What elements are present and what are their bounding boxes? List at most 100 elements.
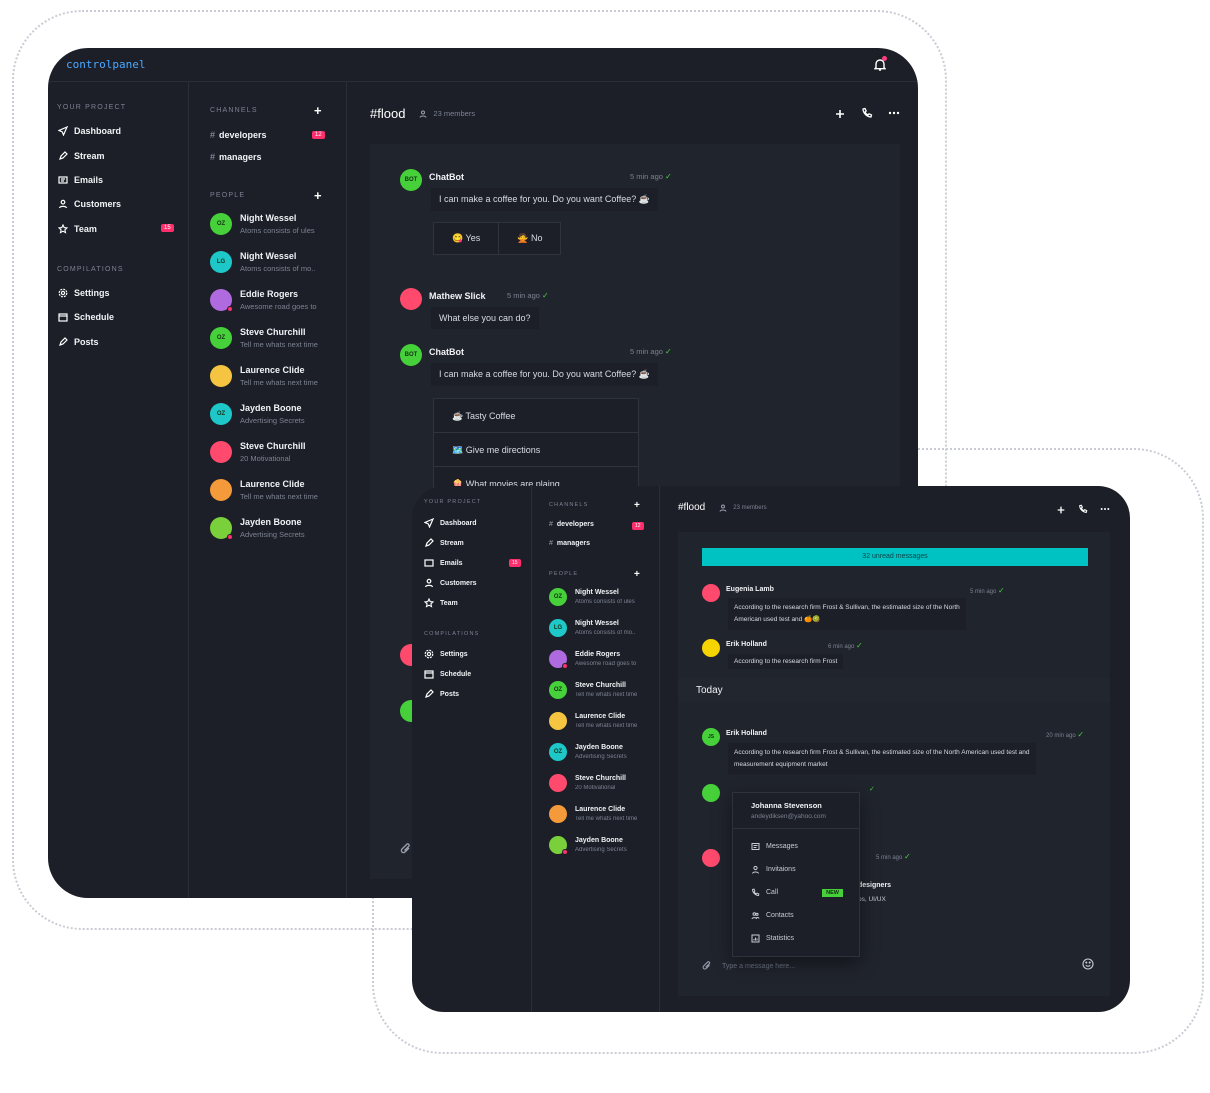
menu-item-contacts[interactable]: Contacts (733, 904, 859, 927)
person-item[interactable]: Laurence Clide Tell me whats next time (549, 712, 637, 730)
mail-icon (424, 558, 434, 568)
person-item[interactable]: Eddie Rogers Awesome road goes to (549, 650, 636, 669)
phone-icon[interactable] (1078, 501, 1088, 513)
channel-item-managers[interactable]: # managers (549, 540, 590, 547)
nav-item-dashboard[interactable]: Dashboard (58, 126, 121, 136)
option-movies[interactable]: 🍿 What movies are plaing (434, 467, 638, 487)
section-title-project: YOUR PROJECT (424, 499, 482, 505)
check-icon: ✓ (1077, 730, 1085, 739)
unread-messages-banner[interactable]: 32 unread messages (702, 548, 1088, 566)
message-text: According to the research firm Frost & S… (728, 598, 966, 630)
avatar (210, 479, 232, 501)
message-time: 5 min ago ✓ (630, 347, 672, 356)
option-no-button[interactable]: 🙅 No (499, 223, 560, 254)
attachment-icon[interactable] (400, 842, 412, 854)
nav-item-stream[interactable]: Stream (424, 538, 464, 548)
add-person-button[interactable]: + (314, 189, 322, 202)
channel-item-developers[interactable]: # developers (210, 130, 267, 140)
status-dot (227, 534, 233, 540)
person-item[interactable]: LG Night Wessel Atoms consists of mo.. (549, 619, 635, 637)
top-bar: controlpanel (48, 48, 918, 82)
person-item[interactable]: OZ Night Wessel Atoms consists of ules (549, 588, 635, 606)
members-count[interactable]: 23 members (419, 109, 475, 118)
nav-item-emails[interactable]: Emails (424, 558, 463, 568)
nav-item-emails[interactable]: Emails (58, 175, 103, 185)
nav-item-customers[interactable]: Customers (58, 199, 121, 209)
person-item[interactable]: Steve Churchill 20 Motivational (210, 441, 306, 463)
person-item[interactable]: Jayden Boone Advertising Secrets (210, 517, 305, 540)
phone-icon (752, 888, 760, 896)
person-item[interactable]: OZ Jayden Boone Advertising Secrets (210, 403, 305, 425)
send-icon (58, 126, 68, 136)
add-channel-button[interactable]: + (634, 501, 640, 511)
users-icon (58, 199, 68, 209)
nav-item-schedule[interactable]: Schedule (58, 312, 114, 322)
check-icon: ✓ (542, 291, 549, 300)
avatar-initials: BOT (404, 352, 418, 358)
nav-item-settings[interactable]: Settings (58, 288, 110, 298)
person-item[interactable]: OZ Steve Churchill Tell me whats next time (210, 327, 318, 349)
option-yes-button[interactable]: 😋 Yes (434, 223, 500, 254)
add-channel-button[interactable]: + (314, 104, 322, 117)
person-name: Night Wessel (575, 589, 619, 596)
pen-icon (424, 689, 434, 699)
message-text: According to the research firm Frost & S… (728, 743, 1036, 775)
message-input[interactable]: Type a message here... (722, 963, 795, 970)
nav-label: Stream (440, 539, 464, 547)
person-item[interactable]: Eddie Rogers Awesome road goes to (210, 289, 317, 312)
person-name: Jayden Boone (240, 517, 302, 527)
nav-item-stream[interactable]: Stream (58, 151, 105, 161)
person-status-text: Atoms consists of ules (240, 226, 315, 235)
add-icon[interactable] (834, 107, 846, 119)
person-item[interactable]: Jayden Boone Advertising Secrets (549, 836, 627, 855)
emoji-icon[interactable] (1082, 958, 1094, 970)
person-item[interactable]: Steve Churchill 20 Motivational (549, 774, 626, 792)
nav-item-dashboard[interactable]: Dashboard (424, 518, 477, 528)
person-item[interactable]: Laurence Clide Tell me whats next time (210, 365, 318, 387)
channel-item-managers[interactable]: # managers (210, 152, 262, 162)
person-name: Night Wessel (240, 213, 297, 223)
nav-item-schedule[interactable]: Schedule (424, 669, 471, 679)
menu-item-messages[interactable]: Messages (733, 835, 859, 858)
attachment-icon[interactable] (702, 961, 712, 971)
nav-item-team[interactable]: Team (58, 224, 97, 234)
person-item[interactable]: OZ Jayden Boone Advertising Secrets (549, 743, 627, 761)
person-text: Steve Churchill 20 Motivational (575, 775, 626, 791)
add-person-button[interactable]: + (634, 570, 640, 580)
menu-item-statistics[interactable]: Statistics (733, 927, 859, 950)
nav-item-team[interactable]: Team (424, 598, 458, 608)
menu-item-invitations[interactable]: Invitaions (733, 858, 859, 881)
section-title-compilations: COMPILATIONS (424, 631, 480, 637)
nav-item-posts[interactable]: Posts (58, 337, 99, 347)
phone-icon[interactable] (861, 106, 873, 118)
nav-item-posts[interactable]: Posts (424, 689, 459, 699)
person-item[interactable]: LG Night Wessel Atoms consists of mo.. (210, 251, 315, 273)
person-item[interactable]: Laurence Clide Tell me whats next time (549, 805, 637, 823)
person-item[interactable]: Laurence Clide Tell me whats next time (210, 479, 318, 501)
person-status-text: 20 Motivational (240, 454, 291, 463)
message-time: 6 min ago ✓ (828, 641, 863, 650)
add-icon[interactable] (1056, 502, 1066, 514)
menu-item-call[interactable]: Call NEW (733, 881, 859, 904)
person-status-text: Atoms consists of ules (575, 599, 635, 605)
person-text: Eddie Rogers Awesome road goes to (575, 651, 636, 667)
avatar (400, 288, 422, 310)
notification-bell-icon[interactable] (873, 56, 887, 71)
option-directions[interactable]: 🗺️ Give me directions (434, 433, 638, 467)
more-icon[interactable] (1100, 501, 1110, 511)
nav-item-settings[interactable]: Settings (424, 649, 468, 659)
nav-label: Emails (74, 175, 104, 185)
channel-item-developers[interactable]: # developers (549, 521, 594, 528)
person-status-text: Tell me whats next time (575, 723, 638, 729)
members-count[interactable]: 23 members (719, 504, 767, 512)
person-item[interactable]: OZ Night Wessel Atoms consists of ules (210, 213, 315, 235)
more-icon[interactable] (888, 106, 900, 118)
message-author: Erik Holland (726, 641, 767, 648)
avatar: BOT (400, 344, 422, 366)
option-tasty-coffee[interactable]: ☕ Tasty Coffee (434, 399, 638, 433)
person-name: Night Wessel (240, 251, 297, 261)
person-text: Laurence Clide Tell me whats next time (240, 365, 318, 387)
nav-item-customers[interactable]: Customers (424, 578, 477, 588)
person-item[interactable]: OZ Steve Churchill Tell me whats next time (549, 681, 637, 699)
person-status-text: Atoms consists of mo.. (240, 264, 316, 273)
